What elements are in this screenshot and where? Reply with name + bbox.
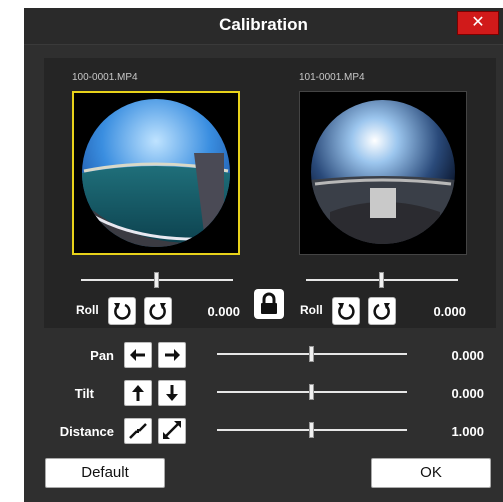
pan-value: 0.000 <box>451 348 484 363</box>
lock-icon <box>261 292 277 314</box>
camera-1-filename: 100-0001.MP4 <box>72 72 138 83</box>
arrow-up-icon <box>132 385 144 401</box>
camera-1-rotate-ccw-button[interactable] <box>108 297 136 325</box>
tilt-slider-thumb[interactable] <box>309 384 314 400</box>
camera-2-roll-label: Roll <box>300 303 323 317</box>
fisheye-image-1 <box>74 93 238 253</box>
shrink-icon <box>129 423 147 439</box>
arrow-down-icon <box>166 385 178 401</box>
camera-1-roll-label: Roll <box>76 303 99 317</box>
camera-1-rotate-cw-button[interactable] <box>144 297 172 325</box>
tilt-value: 0.000 <box>451 386 484 401</box>
rotate-cw-icon <box>149 303 166 320</box>
camera-1-roll-value: 0.000 <box>207 304 240 319</box>
camera-2-roll-value: 0.000 <box>433 304 466 319</box>
camera-2-rotate-ccw-button[interactable] <box>332 297 360 325</box>
tilt-up-button[interactable] <box>124 380 152 406</box>
arrow-left-icon <box>130 349 145 361</box>
pan-right-button[interactable] <box>158 342 186 368</box>
camera-1-preview[interactable] <box>72 91 240 255</box>
camera-2-roll-slider-thumb[interactable] <box>379 272 384 288</box>
camera-2-preview[interactable] <box>299 91 467 255</box>
pan-slider-thumb[interactable] <box>309 346 314 362</box>
expand-icon <box>163 421 181 439</box>
camera-2-rotate-cw-button[interactable] <box>368 297 396 325</box>
distance-decrease-button[interactable] <box>124 418 152 444</box>
camera-1-roll-slider-thumb[interactable] <box>154 272 159 288</box>
title-bar: Calibration ✕ <box>24 8 503 45</box>
arrow-right-icon <box>165 349 180 361</box>
lock-button[interactable] <box>254 289 284 319</box>
ok-button[interactable]: OK <box>371 458 491 488</box>
tilt-down-button[interactable] <box>158 380 186 406</box>
close-button[interactable]: ✕ <box>457 11 499 35</box>
pan-left-button[interactable] <box>124 342 152 368</box>
rotate-ccw-icon <box>114 303 131 320</box>
camera-2-filename: 101-0001.MP4 <box>299 72 365 83</box>
distance-label: Distance <box>59 424 114 439</box>
tilt-label: Tilt <box>74 386 94 401</box>
distance-slider-thumb[interactable] <box>309 422 314 438</box>
default-button[interactable]: Default <box>45 458 165 488</box>
rotate-cw-icon <box>373 303 390 320</box>
distance-increase-button[interactable] <box>158 418 186 444</box>
preview-panel: 100-0001.MP4 101-0001.MP4 Roll 0.000 Rol… <box>44 58 496 328</box>
window-title: Calibration <box>219 15 308 34</box>
distance-value: 1.000 <box>451 424 484 439</box>
pan-label: Pan <box>90 348 114 363</box>
rotate-ccw-icon <box>338 303 355 320</box>
calibration-window: Calibration ✕ 100-0001.MP4 101-0001.MP4 … <box>24 8 503 502</box>
fisheye-image-2 <box>300 92 466 254</box>
